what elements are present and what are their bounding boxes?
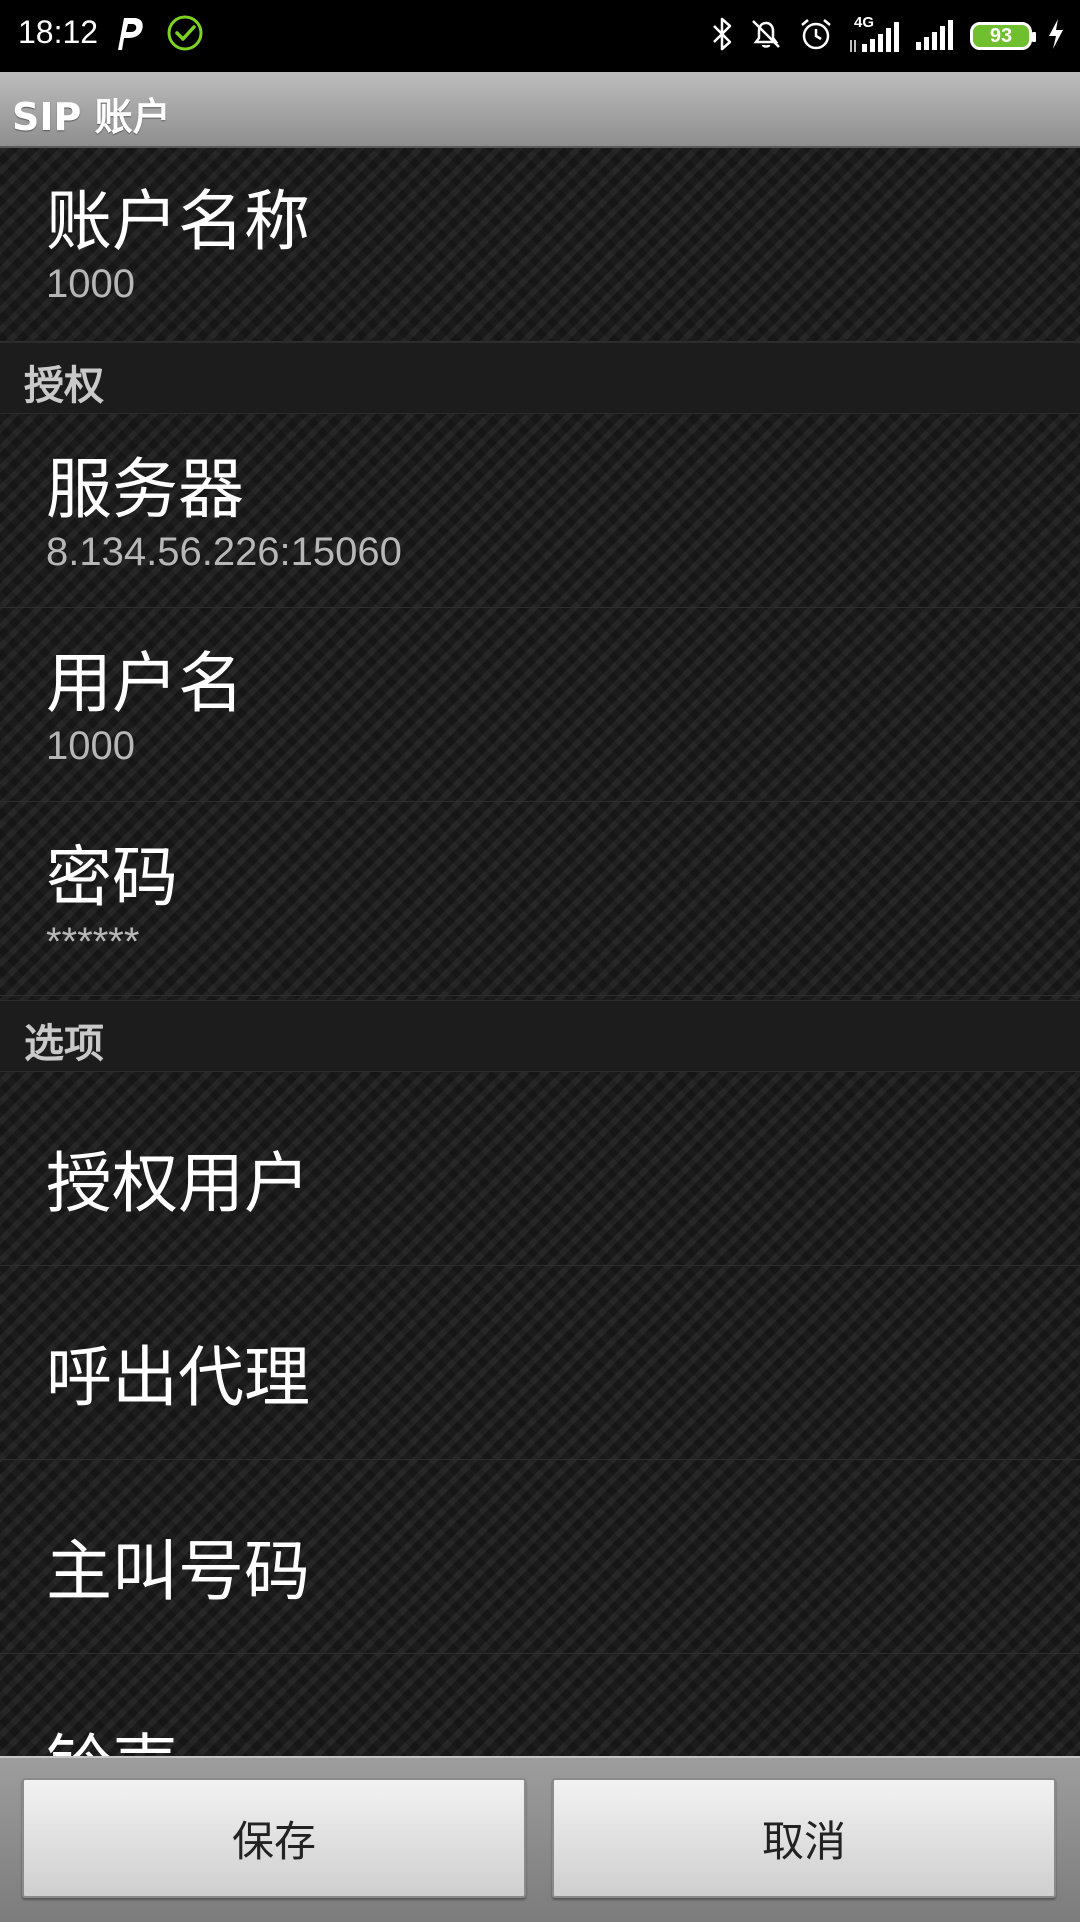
bluetooth-icon bbox=[710, 16, 734, 56]
action-bar: SIP 账户 bbox=[0, 72, 1080, 148]
parking-p-icon bbox=[112, 14, 146, 58]
battery-icon: 93 bbox=[970, 22, 1036, 50]
pref-title: 账户名称 bbox=[46, 183, 310, 260]
bell-muted-icon bbox=[748, 16, 784, 56]
pref-title: 主叫号码 bbox=[46, 1533, 310, 1610]
pref-title: 呼出代理 bbox=[46, 1339, 310, 1416]
signal-icon bbox=[914, 16, 956, 56]
pref-password[interactable]: 密码 ****** bbox=[0, 802, 1080, 996]
status-time: 18:12 bbox=[18, 14, 99, 50]
pref-title: 用户名 bbox=[46, 645, 244, 722]
page-title: SIP 账户 bbox=[12, 95, 171, 139]
pref-caller-number[interactable]: 主叫号码 bbox=[0, 1460, 1080, 1654]
button-bar: 保存 取消 bbox=[0, 1756, 1080, 1922]
pref-auth-user[interactable]: 授权用户 bbox=[0, 1072, 1080, 1266]
pref-server[interactable]: 服务器 8.134.56.226:15060 bbox=[0, 414, 1080, 608]
status-icons: 4G 93 bbox=[710, 12, 1066, 60]
pref-title: 授权用户 bbox=[46, 1145, 310, 1222]
category-header-auth: 授权 bbox=[0, 342, 1080, 414]
settings-list[interactable]: 账户名称 1000 授权 服务器 8.134.56.226:15060 用户名 … bbox=[0, 148, 1080, 1756]
category-header-options: 选项 bbox=[0, 1000, 1080, 1072]
pref-username[interactable]: 用户名 1000 bbox=[0, 608, 1080, 802]
category-label: 选项 bbox=[24, 1021, 104, 1067]
pref-title: 密码 bbox=[46, 839, 178, 916]
pref-summary: 1000 bbox=[46, 724, 135, 768]
pref-summary: 8.134.56.226:15060 bbox=[46, 530, 402, 574]
check-circle-icon bbox=[166, 14, 204, 56]
save-button[interactable]: 保存 bbox=[22, 1778, 526, 1898]
status-bar: 18:12 4G 93 bbox=[0, 0, 1080, 72]
pref-ringtone[interactable]: 铃声 bbox=[0, 1654, 1080, 1756]
pref-summary: ****** bbox=[46, 920, 140, 964]
signal-4g-icon: 4G bbox=[848, 14, 900, 56]
pref-title: 服务器 bbox=[46, 451, 244, 528]
alarm-icon bbox=[798, 16, 834, 56]
pref-account-name[interactable]: 账户名称 1000 bbox=[0, 148, 1080, 342]
charging-icon bbox=[1046, 17, 1066, 55]
pref-outbound-proxy[interactable]: 呼出代理 bbox=[0, 1266, 1080, 1460]
pref-title: 铃声 bbox=[46, 1712, 178, 1756]
pref-summary: 1000 bbox=[46, 262, 135, 306]
cancel-button[interactable]: 取消 bbox=[552, 1778, 1056, 1898]
category-label: 授权 bbox=[24, 363, 104, 409]
